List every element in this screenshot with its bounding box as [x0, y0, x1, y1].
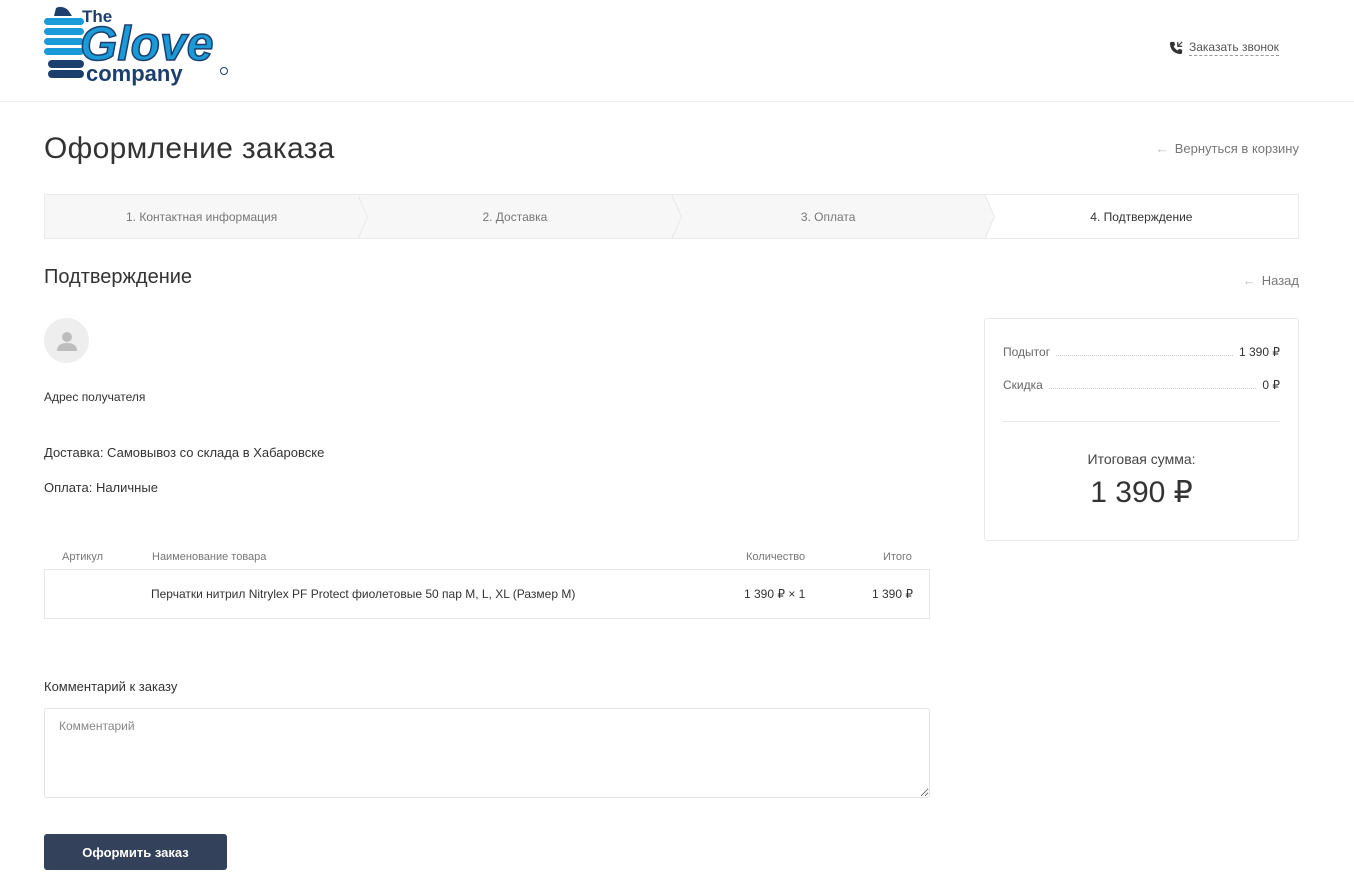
glove-icon [44, 6, 84, 78]
step-confirmation[interactable]: 4. Подтверждение [984, 195, 1298, 238]
cell-product-name: Перчатки нитрил Nitrylex PF Protect фиол… [151, 587, 576, 601]
table-header: Артикул Наименование товара Количество И… [44, 551, 930, 567]
step-payment[interactable]: 3. Оплата [672, 194, 995, 240]
site-header: The Glove company Заказать звонок [0, 0, 1354, 102]
arrow-left-icon: ← [1155, 141, 1169, 156]
avatar [44, 318, 89, 363]
recipient-address-label: Адрес получателя [44, 390, 146, 404]
back-label: Назад [1261, 273, 1299, 288]
step-delivery[interactable]: 2. Доставка [358, 194, 682, 240]
phone-icon [1169, 41, 1183, 55]
company-logo[interactable]: The Glove company [44, 6, 258, 86]
comment-label: Комментарий к заказу [44, 679, 178, 694]
order-summary: Подытог 1 390 ₽ Скидка 0 ₽ Итоговая сумм… [984, 318, 1299, 541]
cell-qty: 1 390 ₽ × 1 [744, 587, 806, 601]
step-label: 1. Контактная информация [126, 209, 278, 224]
column-header-name: Наименование товара [152, 551, 267, 563]
step-label: 2. Доставка [482, 209, 548, 224]
column-header-qty: Количество [746, 551, 806, 563]
arrow-left-icon: ← [1242, 273, 1256, 288]
total-value: 1 390 ₽ [1090, 476, 1193, 509]
callback-link[interactable]: Заказать звонок [1169, 40, 1279, 56]
user-icon [56, 331, 77, 351]
place-order-button[interactable]: Оформить заказ [44, 834, 227, 870]
dotted-leader [1056, 355, 1233, 356]
back-to-cart-label: Вернуться в корзину [1174, 141, 1299, 156]
subtotal-value: 1 390 ₽ [1239, 345, 1280, 359]
step-contact-info[interactable]: 1. Контактная информация [45, 194, 369, 240]
total-label: Итоговая сумма: [1087, 451, 1196, 467]
logo-line-company: company [86, 61, 183, 86]
column-header-total: Итого [883, 551, 912, 563]
column-header-sku: Артикул [62, 551, 104, 563]
summary-divider [1003, 421, 1280, 422]
back-link[interactable]: ← Назад [1243, 273, 1299, 288]
page-title: Оформление заказа [44, 132, 335, 165]
discount-row: Скидка 0 ₽ [1003, 378, 1280, 392]
payment-info: Оплата: Наличные [44, 480, 158, 495]
checkout-steps: 1. Контактная информация 2. Доставка 3. … [44, 194, 1299, 240]
subtotal-row: Подытог 1 390 ₽ [1003, 345, 1280, 359]
delivery-info: Доставка: Самовывоз со склада в Хабаровс… [44, 445, 325, 460]
subtotal-label: Подытог [1003, 345, 1051, 359]
section-title: Подтверждение [44, 266, 193, 288]
cell-total: 1 390 ₽ [872, 587, 913, 601]
step-label: 3. Оплата [800, 209, 856, 224]
dotted-leader [1048, 388, 1257, 389]
table-row: Перчатки нитрил Nitrylex PF Protect фиол… [44, 569, 930, 619]
discount-label: Скидка [1003, 378, 1043, 392]
step-separator [983, 194, 995, 240]
discount-value: 0 ₽ [1262, 378, 1280, 392]
step-separator [670, 194, 682, 240]
step-label: 4. Подтверждение [1090, 209, 1193, 224]
comment-input[interactable] [44, 708, 930, 798]
step-separator [357, 194, 369, 240]
callback-button[interactable]: Заказать звонок [1189, 40, 1279, 56]
back-to-cart-link[interactable]: ← Вернуться в корзину [1156, 141, 1299, 156]
